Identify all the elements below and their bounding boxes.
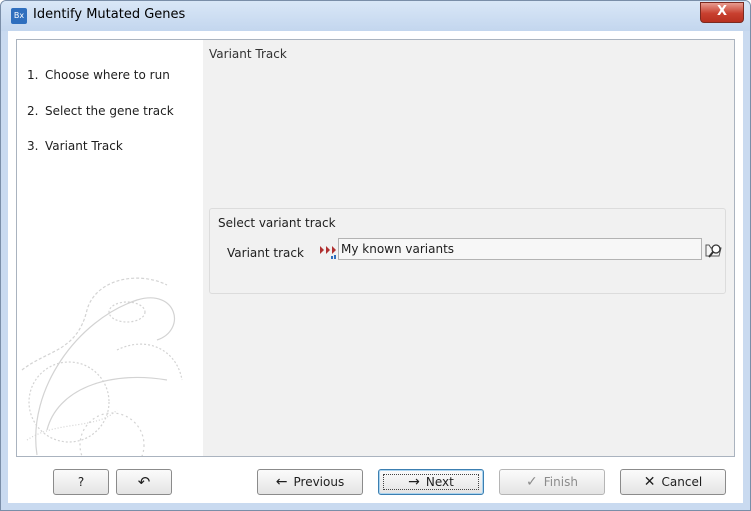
- decorative-swirl-graphic: [21, 277, 183, 456]
- step-label: Choose where to run: [45, 68, 170, 82]
- step-1: 1. Choose where to run: [27, 68, 170, 82]
- variant-track-icon: [320, 246, 336, 259]
- step-label: Variant Track: [45, 139, 123, 153]
- reset-button[interactable]: ↶: [116, 469, 172, 495]
- reset-icon: ↶: [137, 473, 151, 491]
- next-button[interactable]: → Next: [378, 469, 484, 495]
- browse-icon[interactable]: [704, 239, 724, 259]
- x-icon: ✕: [643, 474, 656, 490]
- finish-button: ✓ Finish: [499, 469, 605, 495]
- help-label: ?: [77, 475, 85, 489]
- group-title: Select variant track: [218, 216, 336, 230]
- step-number: 1.: [27, 68, 39, 82]
- content-title: Variant Track: [209, 47, 287, 61]
- title-bar[interactable]: Bx Identify Mutated Genes X: [1, 1, 750, 31]
- step-3: 3. Variant Track: [27, 139, 123, 153]
- dialog-client: 1. Choose where to run 2. Select the gene …: [8, 31, 743, 503]
- step-2: 2. Select the gene track: [27, 104, 174, 118]
- close-button[interactable]: X: [700, 2, 744, 23]
- arrow-left-icon: ←: [275, 474, 288, 490]
- previous-button[interactable]: ← Previous: [257, 469, 363, 495]
- variant-track-label: Variant track: [227, 246, 304, 260]
- step-number: 3.: [27, 139, 39, 153]
- cancel-label: Cancel: [661, 475, 703, 489]
- checkmark-icon: ✓: [526, 474, 538, 490]
- step-label: Select the gene track: [45, 104, 174, 118]
- wizard-content-pane: Variant Track Select variant track Varia…: [203, 39, 735, 457]
- app-icon: Bx: [11, 8, 27, 24]
- help-button[interactable]: ?: [53, 469, 109, 495]
- cancel-button[interactable]: ✕ Cancel: [620, 469, 726, 495]
- step-number: 2.: [27, 104, 39, 118]
- focus-rectangle: [383, 474, 479, 490]
- select-variant-track-group: Select variant track Variant track My kn…: [209, 208, 726, 294]
- variant-track-field[interactable]: My known variants: [338, 238, 702, 260]
- finish-label: Finish: [543, 475, 578, 489]
- window-title: Identify Mutated Genes: [33, 7, 186, 22]
- previous-label: Previous: [293, 475, 345, 489]
- wizard-steps-pane: 1. Choose where to run 2. Select the gene …: [16, 39, 204, 457]
- dialog-window: Bx Identify Mutated Genes X 1. Choose whe…: [0, 0, 751, 511]
